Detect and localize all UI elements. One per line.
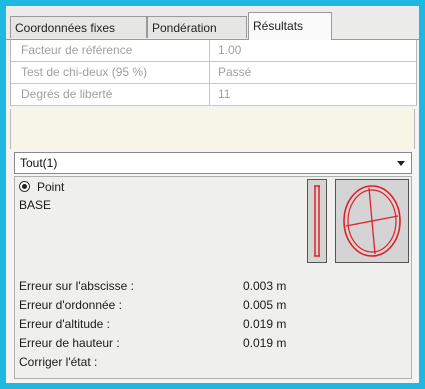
tab-bar: Coordonnées fixes Pondération Résultats xyxy=(6,6,419,40)
stat-row: Erreur de hauteur : 0.019 m xyxy=(19,334,409,352)
property-row: Facteur de référence 1.00 xyxy=(11,40,416,62)
stat-label: Erreur d'ordonnée : xyxy=(19,298,123,312)
property-key: Test de chi-deux (95 %) xyxy=(21,65,148,79)
property-row: Test de chi-deux (95 %) Passé xyxy=(11,62,416,84)
stat-value: 0.019 m xyxy=(243,336,287,350)
stat-label: Erreur d'altitude : xyxy=(19,317,111,331)
point-name: BASE xyxy=(19,198,52,212)
stat-row: Erreur d'altitude : 0.019 m xyxy=(19,315,409,333)
property-value: Passé xyxy=(209,62,251,83)
vertical-error-bar-icon xyxy=(307,179,327,263)
stat-value: 0.003 m xyxy=(243,279,287,293)
stat-value: 0.019 m xyxy=(243,317,287,331)
properties-grid: Facteur de référence 1.00 Test de chi-de… xyxy=(10,40,417,106)
stat-value: 0.005 m xyxy=(243,298,287,312)
property-value: 11 xyxy=(209,84,230,105)
error-ellipse-icon xyxy=(335,179,409,263)
tab-results[interactable]: Résultats xyxy=(248,12,332,40)
stat-row: Erreur d'ordonnée : 0.005 m xyxy=(19,296,409,314)
stat-row: Erreur sur l'abscisse : 0.003 m xyxy=(19,277,409,295)
radio-selected-icon[interactable] xyxy=(19,181,30,192)
filter-selected-value: Tout(1) xyxy=(20,156,58,170)
point-details: Point BASE Erreur sur l'abscisse : 0.003… xyxy=(14,176,412,379)
description-area xyxy=(10,109,415,149)
property-value: 1.00 xyxy=(209,40,241,61)
property-key: Degrés de liberté xyxy=(21,87,113,101)
property-key: Facteur de référence xyxy=(21,43,133,57)
stat-row: Corriger l'état : xyxy=(19,353,409,371)
tab-weighting[interactable]: Pondération xyxy=(147,16,247,38)
stat-label: Erreur sur l'abscisse : xyxy=(19,279,134,293)
property-row: Degrés de liberté 11 xyxy=(11,84,416,106)
results-panel: Coordonnées fixes Pondération Résultats … xyxy=(6,6,419,383)
filter-dropdown[interactable]: Tout(1) xyxy=(14,152,412,174)
chevron-down-icon[interactable] xyxy=(397,161,405,166)
stat-label: Erreur de hauteur : xyxy=(19,336,120,350)
stat-label: Corriger l'état : xyxy=(19,355,98,369)
point-option-label: Point xyxy=(37,180,65,194)
tab-fixed-coordinates[interactable]: Coordonnées fixes xyxy=(10,16,147,38)
